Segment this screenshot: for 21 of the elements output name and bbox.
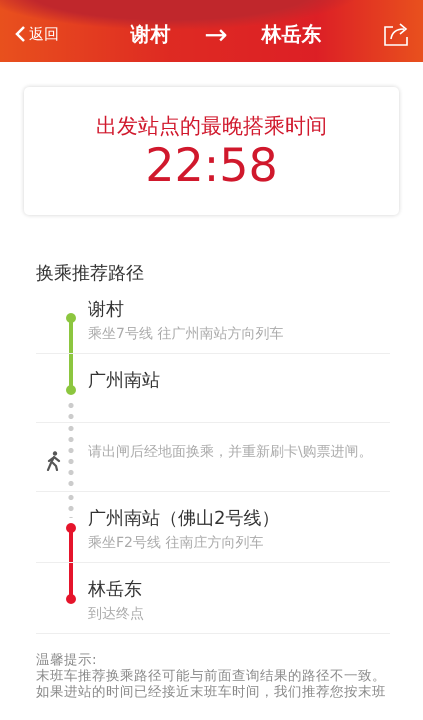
step-note: 到达终点	[88, 605, 145, 624]
chevron-left-icon	[14, 25, 26, 43]
back-button[interactable]: 返回	[14, 24, 59, 44]
arrow-icon: →	[204, 18, 228, 50]
step-note: 乘坐7号线 往广州南站方向列车	[88, 325, 284, 344]
step-note: 乘坐F2号线 往南庄方向列车	[88, 534, 264, 553]
last-train-time: 22:58	[145, 140, 278, 190]
card-label: 出发站点的最晚搭乘时间	[96, 112, 327, 140]
step-note: 请出闸后经地面换乘，并重新刷卡\购票进闸。	[88, 443, 374, 462]
destination-station: 林岳东	[262, 20, 322, 48]
walking-person-icon	[46, 451, 62, 471]
station-name: 林岳东	[88, 578, 143, 601]
share-icon[interactable]	[383, 21, 411, 47]
station-name: 广州南站	[88, 369, 161, 392]
tips-title: 温馨提示:	[36, 652, 98, 668]
station-name: 广州南站（佛山2号线）	[88, 507, 280, 530]
origin-station: 谢村	[130, 20, 170, 48]
station-name: 谢村	[88, 298, 125, 321]
tips-text: 末班车推荐换乘路径可能与前面查询结果的路径不一致。	[36, 668, 387, 684]
section-title: 换乘推荐路径	[36, 262, 145, 285]
tips-text: 如果进站的时间已经接近末班车时间，我们推荐您按末班	[36, 684, 387, 701]
